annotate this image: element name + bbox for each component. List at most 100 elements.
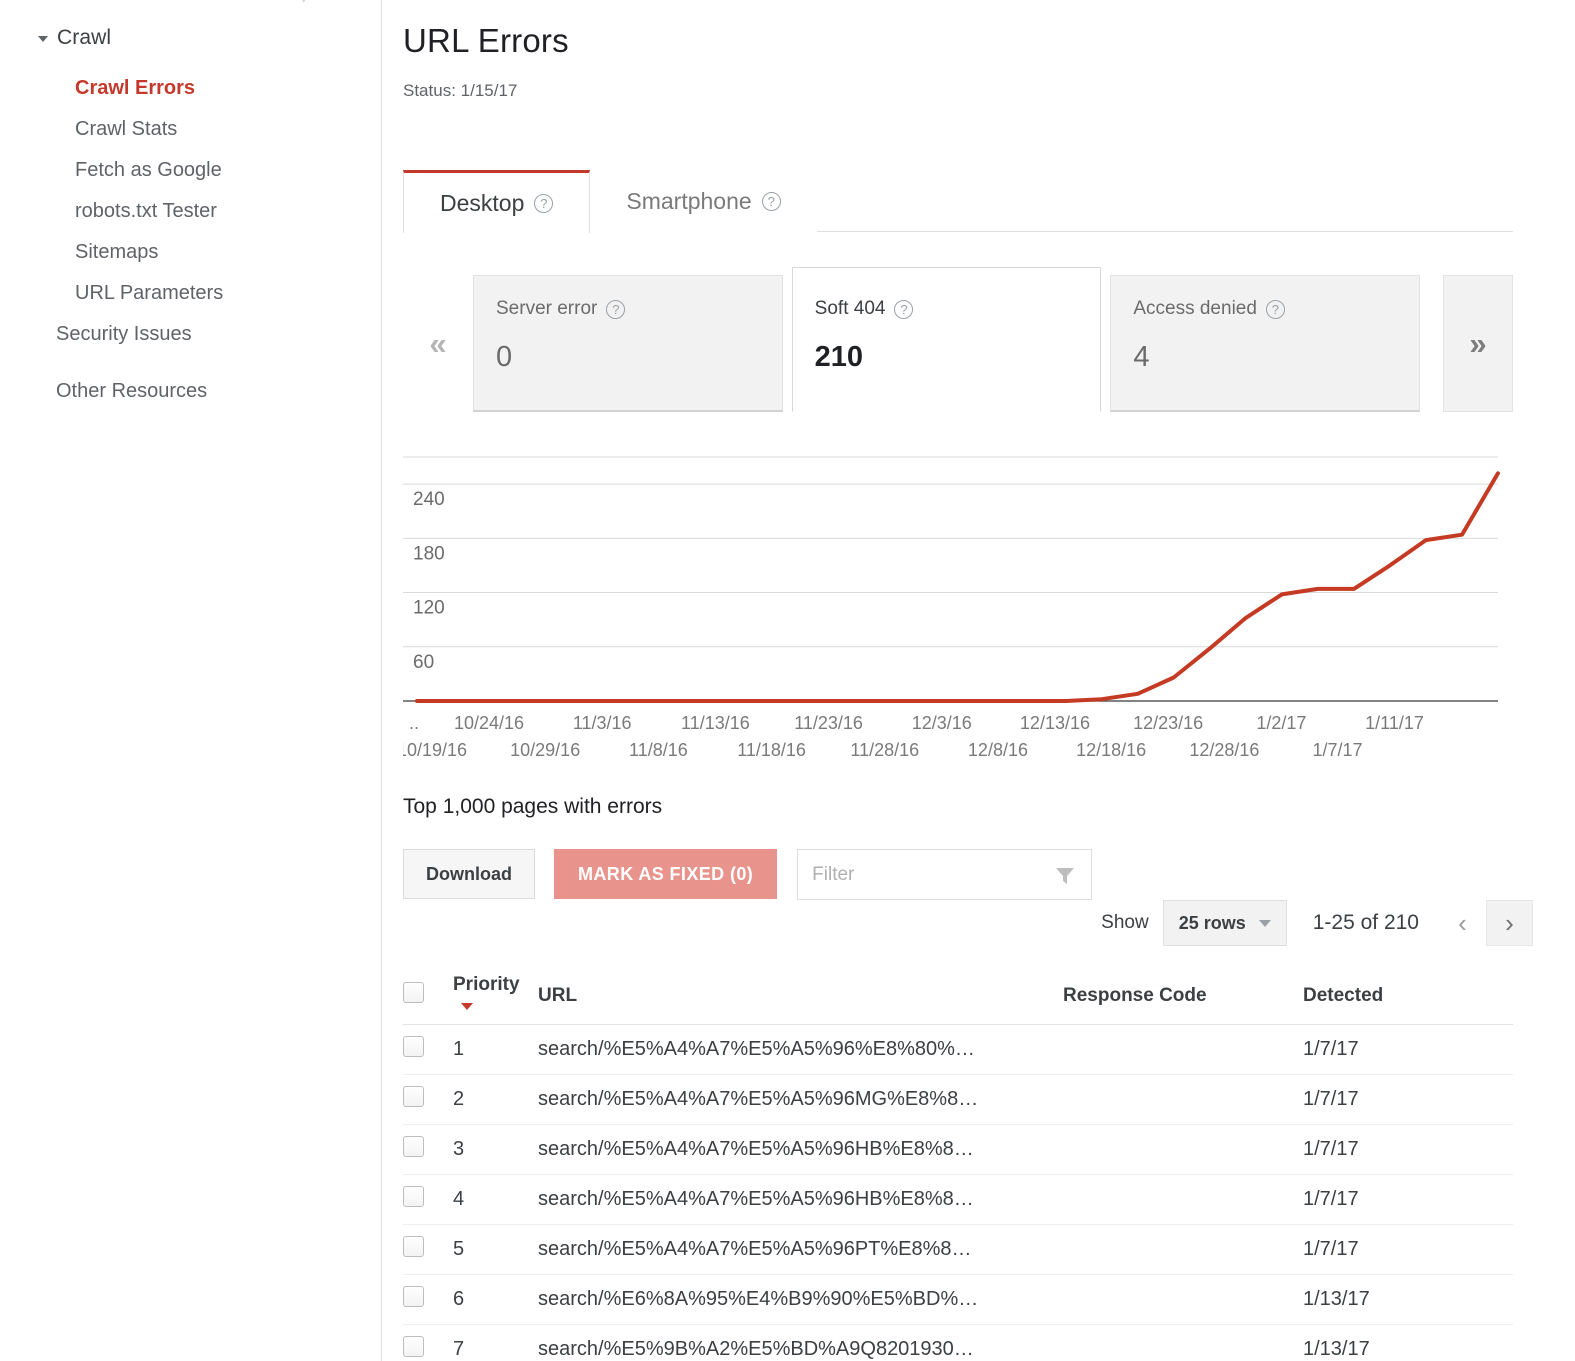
card-access-denied[interactable]: Access denied ? 4 (1110, 275, 1421, 412)
svg-text:1/2/17: 1/2/17 (1256, 713, 1306, 733)
table-row[interactable]: 5 search/%E5%A4%A7%E5%A5%96PT%E8%8… 1/7/17 (403, 1224, 1513, 1275)
filter-input[interactable] (798, 850, 1092, 899)
table-row[interactable]: 7 search/%E5%9B%A2%E5%BD%A9Q8201930… 1/13/… (403, 1324, 1513, 1361)
column-header-url[interactable]: URL (538, 968, 1063, 1025)
table-toolbar: Download MARK AS FIXED (0) (403, 849, 1093, 900)
cell-url[interactable]: search/%E5%A4%A7%E5%A5%96PT%E8%8… (538, 1224, 1063, 1275)
error-type-cards: « Server error ? 0 Soft 404 ? 210 Access… (403, 267, 1514, 412)
cell-url[interactable]: search/%E6%8A%95%E4%B9%90%E5%BD%… (538, 1274, 1063, 1325)
cell-response-code (1063, 1324, 1303, 1361)
cell-url[interactable]: search/%E5%A4%A7%E5%A5%96HB%E8%8… (538, 1174, 1063, 1225)
row-select-cell (403, 1024, 453, 1075)
row-checkbox[interactable] (403, 1235, 424, 1257)
help-icon[interactable]: ? (606, 299, 626, 319)
sidebar-group-label: Crawl (57, 26, 112, 49)
tab-smartphone[interactable]: Smartphone ? (590, 170, 817, 232)
sidebar-item-security-issues[interactable]: Security Issues (0, 314, 382, 355)
sidebar-item-crawl-errors[interactable]: Crawl Errors (0, 68, 382, 109)
cell-response-code (1063, 1124, 1303, 1175)
card-label: Access denied (1133, 298, 1257, 319)
cell-detected: 1/7/17 (1303, 1024, 1513, 1075)
svg-text:10/24/16: 10/24/16 (454, 713, 524, 733)
cell-response-code (1063, 1174, 1303, 1225)
rows-per-page-select[interactable]: 25 rows (1162, 900, 1287, 946)
svg-text:11/8/16: 11/8/16 (629, 740, 688, 760)
cell-url[interactable]: search/%E5%A4%A7%E5%A5%96%E8%80%… (538, 1024, 1063, 1075)
cards-prev-button[interactable]: « (403, 275, 473, 412)
svg-text:10/29/16: 10/29/16 (510, 740, 580, 760)
row-select-cell (403, 1224, 453, 1275)
row-checkbox[interactable] (403, 1335, 424, 1357)
help-icon[interactable]: ? (1265, 299, 1285, 319)
table-row[interactable]: 6 search/%E6%8A%95%E4%B9%90%E5%BD%… 1/13/1… (403, 1274, 1513, 1325)
sidebar-item-fetch-as-google[interactable]: Fetch as Google (0, 150, 382, 191)
cards-next-button[interactable]: » (1443, 275, 1514, 412)
pagination-next-button[interactable]: › (1486, 900, 1533, 946)
table-body: 1 search/%E5%A4%A7%E5%A5%96%E8%80%… 1/7/17… (403, 1024, 1513, 1361)
cell-detected: 1/7/17 (1303, 1124, 1513, 1175)
row-checkbox[interactable] (403, 1035, 424, 1057)
cell-priority: 4 (453, 1174, 538, 1225)
cell-url[interactable]: search/%E5%A4%A7%E5%A5%96MG%E8%8… (538, 1074, 1063, 1125)
column-header-response-code[interactable]: Response Code (1063, 968, 1303, 1025)
cell-detected: 1/7/17 (1303, 1074, 1513, 1125)
column-header-priority[interactable]: Priority (453, 968, 538, 1025)
tab-smartphone-label: Smartphone (626, 187, 752, 214)
cell-priority: 6 (453, 1274, 538, 1325)
sidebar-clipped-item: ▾ (300, 0, 314, 3)
help-icon[interactable]: ? (761, 191, 781, 211)
cell-response-code (1063, 1224, 1303, 1275)
svg-text:12/23/16: 12/23/16 (1133, 713, 1203, 733)
sort-descending-icon (461, 1003, 473, 1011)
sidebar-nav-list: Crawl Errors Crawl Stats Fetch as Google… (0, 68, 382, 412)
row-select-cell (403, 1324, 453, 1361)
sidebar-item-crawl-stats[interactable]: Crawl Stats (0, 109, 382, 150)
download-button[interactable]: Download (403, 849, 535, 899)
sidebar-item-other-resources[interactable]: Other Resources (0, 371, 382, 412)
table-row[interactable]: 1 search/%E5%A4%A7%E5%A5%96%E8%80%… 1/7/17 (403, 1024, 1513, 1075)
cell-detected: 1/7/17 (1303, 1174, 1513, 1225)
cell-url[interactable]: search/%E5%9B%A2%E5%BD%A9Q8201930… (538, 1324, 1063, 1361)
card-soft-404[interactable]: Soft 404 ? 210 (791, 267, 1102, 412)
svg-text:12/3/16: 12/3/16 (912, 713, 972, 733)
sidebar-group-crawl[interactable]: Crawl (38, 26, 111, 50)
funnel-icon[interactable] (1053, 864, 1077, 893)
sidebar-item-sitemaps[interactable]: Sitemaps (0, 232, 382, 273)
select-all-checkbox[interactable] (403, 982, 424, 1004)
sidebar-item-robots-txt-tester[interactable]: robots.txt Tester (0, 191, 382, 232)
help-icon[interactable]: ? (894, 299, 914, 319)
cell-response-code (1063, 1024, 1303, 1075)
mark-as-fixed-button[interactable]: MARK AS FIXED (0) (554, 849, 778, 899)
table-row[interactable]: 4 search/%E5%A4%A7%E5%A5%96HB%E8%8… 1/7/17 (403, 1174, 1513, 1225)
svg-text:1/11/17: 1/11/17 (1365, 713, 1424, 733)
row-select-cell (403, 1074, 453, 1125)
url-errors-page: ▾ Crawl Crawl Errors Crawl Stats Fetch a… (0, 0, 1575, 1361)
row-checkbox[interactable] (403, 1135, 424, 1157)
row-checkbox[interactable] (403, 1085, 424, 1107)
sidebar-item-url-parameters[interactable]: URL Parameters (0, 273, 382, 314)
help-icon[interactable]: ? (534, 193, 554, 213)
card-title-row: Server error ? (496, 298, 782, 320)
card-server-error[interactable]: Server error ? 0 (473, 275, 783, 412)
main-content: URL Errors Status: 1/15/17 Desktop ? Sma… (382, 0, 1575, 1361)
filter-field[interactable] (797, 849, 1093, 900)
row-checkbox[interactable] (403, 1185, 424, 1207)
page-title: URL Errors (403, 22, 569, 59)
row-checkbox[interactable] (403, 1285, 424, 1307)
card-label: Server error (496, 298, 598, 319)
tab-desktop-label: Desktop (440, 189, 525, 216)
svg-text:11/28/16: 11/28/16 (850, 740, 919, 760)
column-header-detected[interactable]: Detected (1303, 968, 1513, 1025)
cell-priority: 3 (453, 1124, 538, 1175)
cell-url[interactable]: search/%E5%A4%A7%E5%A5%96HB%E8%8… (538, 1124, 1063, 1175)
table-row[interactable]: 2 search/%E5%A4%A7%E5%A5%96MG%E8%8… 1/7/17 (403, 1074, 1513, 1125)
table-row[interactable]: 3 search/%E5%A4%A7%E5%A5%96HB%E8%8… 1/7/17 (403, 1124, 1513, 1175)
chevron-down-icon (38, 36, 48, 42)
sidebar: ▾ Crawl Crawl Errors Crawl Stats Fetch a… (0, 0, 382, 1361)
svg-text:11/23/16: 11/23/16 (794, 713, 863, 733)
tab-desktop[interactable]: Desktop ? (403, 170, 591, 233)
svg-text:..: .. (409, 713, 419, 733)
pagination-prev-button[interactable]: ‹ (1439, 900, 1486, 946)
card-title-row: Soft 404 ? (815, 298, 1101, 320)
row-select-cell (403, 1274, 453, 1325)
